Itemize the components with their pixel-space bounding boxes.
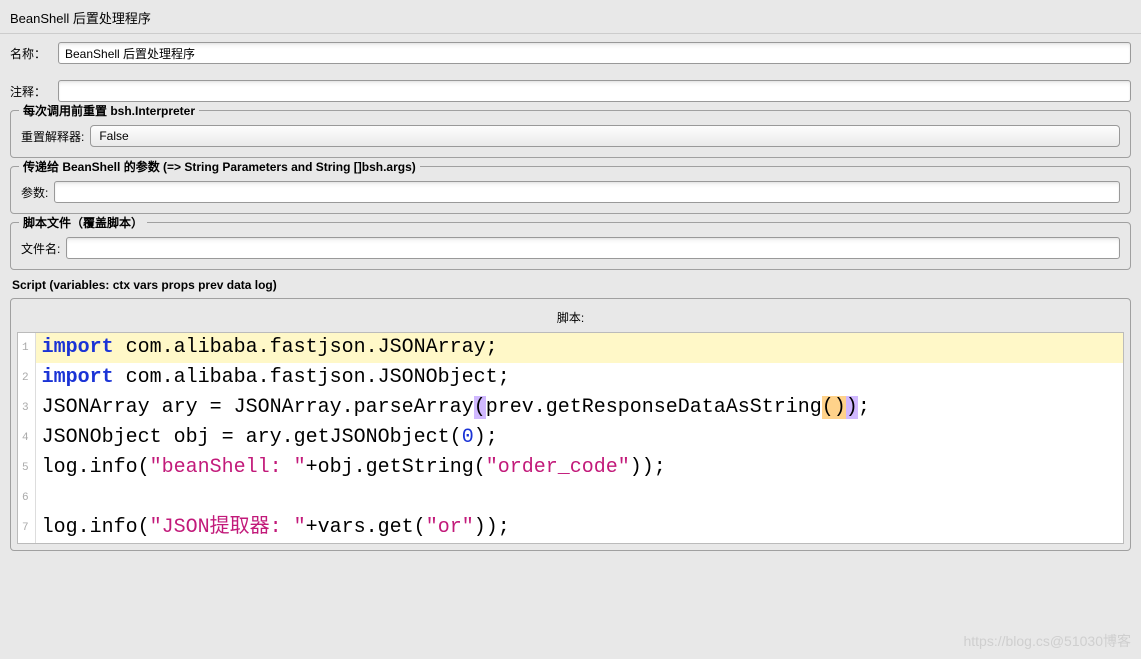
code-line[interactable]: JSONArray ary = JSONArray.parseArray(pre… [36,393,1123,423]
name-input[interactable] [58,42,1131,64]
name-label: 名称： [10,45,58,62]
comment-input[interactable] [58,80,1131,102]
code-line[interactable]: log.info("beanShell: "+obj.getString("or… [36,453,1123,483]
interpreter-value: False [99,129,128,143]
script-file-label: 文件名: [21,240,66,257]
comment-label: 注释： [10,83,58,100]
parameters-section-title: 传递给 BeanShell 的参数 (=> String Parameters … [19,158,420,175]
code-line[interactable]: log.info("JSON提取器: "+vars.get("or")); [36,513,1123,543]
gutter-line: 1 [22,333,29,363]
gutter-line: 2 [22,363,29,393]
interpreter-section-title: 每次调用前重置 bsh.Interpreter [19,102,199,119]
code-line[interactable]: import com.alibaba.fastjson.JSONArray; [36,333,1123,363]
script-box: 脚本: 1234567 import com.alibaba.fastjson.… [10,298,1131,551]
title-text: BeanShell 后置处理程序 [10,11,151,26]
gutter-line: 7 [22,513,29,543]
interpreter-section: 每次调用前重置 bsh.Interpreter 重置解释器: False [10,110,1131,158]
code-line[interactable]: import com.alibaba.fastjson.JSONObject; [36,363,1123,393]
interpreter-combo[interactable]: False [90,125,1120,147]
gutter-line: 5 [22,453,29,483]
gutter-line: 3 [22,393,29,423]
parameters-section: 传递给 BeanShell 的参数 (=> String Parameters … [10,166,1131,214]
watermark: https://blog.cs@51030博客 [963,631,1131,651]
gutter-line: 4 [22,423,29,453]
script-file-input[interactable] [66,237,1120,259]
code-line[interactable] [36,483,1123,513]
interpreter-label: 重置解释器: [21,128,90,145]
script-header: Script (variables: ctx vars props prev d… [12,278,1131,292]
script-file-section: 脚本文件（覆盖脚本） 文件名: [10,222,1131,270]
code-gutter: 1234567 [18,333,36,543]
gutter-line: 6 [22,483,29,513]
code-content[interactable]: import com.alibaba.fastjson.JSONArray;im… [36,333,1123,543]
script-file-section-title: 脚本文件（覆盖脚本） [19,214,147,231]
script-subtitle: 脚本: [17,305,1124,332]
code-editor[interactable]: 1234567 import com.alibaba.fastjson.JSON… [17,332,1124,544]
name-row: 名称： [0,34,1141,72]
parameters-label: 参数: [21,184,54,201]
parameters-input[interactable] [54,181,1120,203]
script-section: Script (variables: ctx vars props prev d… [10,278,1131,551]
code-line[interactable]: JSONObject obj = ary.getJSONObject(0); [36,423,1123,453]
window-title: BeanShell 后置处理程序 [0,0,1141,34]
